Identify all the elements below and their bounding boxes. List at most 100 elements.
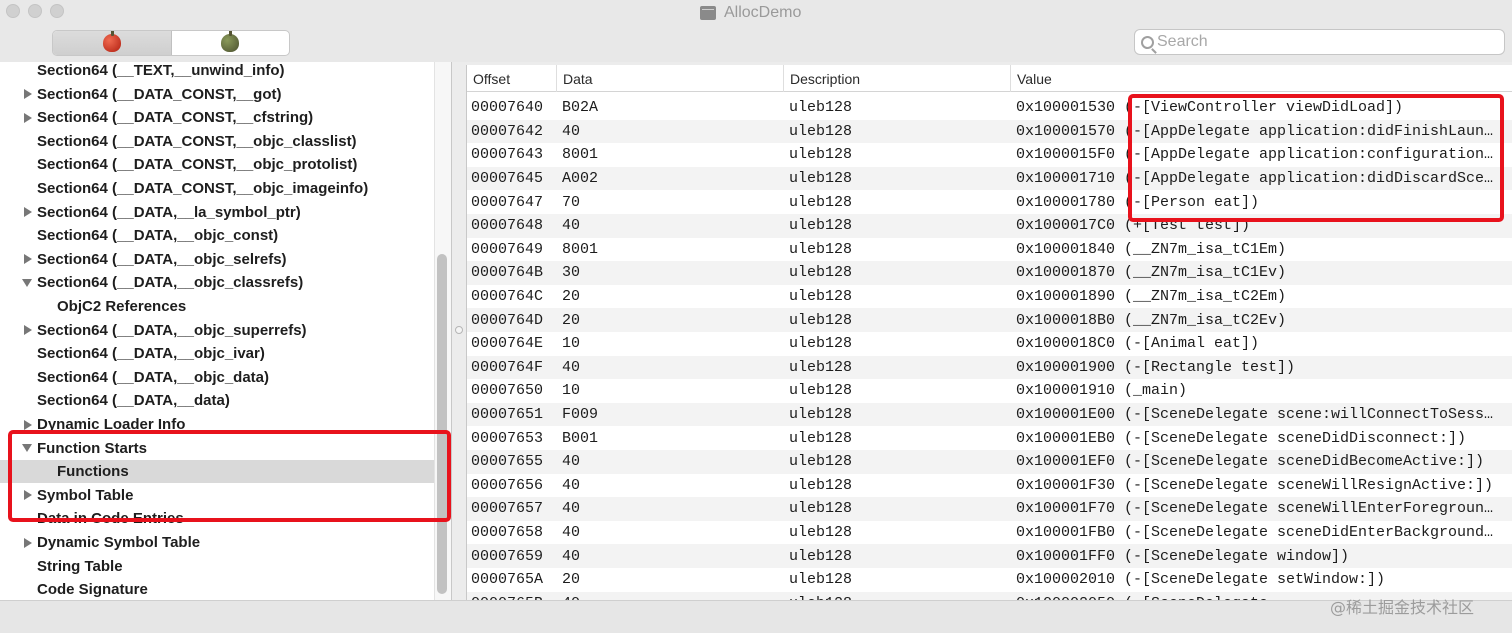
disclosure-collapsed-icon[interactable] [24,325,32,336]
section-outline-tree[interactable]: Code Signature String Table Dynamic Symbol… [0,62,452,600]
apple-green-icon [221,31,240,52]
tree-item[interactable]: Section64 (__DATA_CONST,__got) [0,83,434,106]
split-grip-handle[interactable] [455,326,463,334]
tree-item[interactable]: Functions [0,460,434,484]
disclosure-expanded-icon[interactable] [22,278,32,287]
cell-value-address: 0x100001FF0 [1016,547,1116,565]
cell-value-symbol: (_main) [1124,382,1188,400]
table-row[interactable]: 00007640 B02A uleb128 0x100001530 (-[ViewCon… [467,96,1512,120]
table-row[interactable]: 00007658 40 uleb128 0x100001FB0 (-[SceneDele… [467,521,1512,545]
table-row[interactable]: 00007651 F009 uleb128 0x100001E00 (-[SceneDe… [467,402,1512,427]
cell-offset: 0000764B [471,264,544,282]
cell-description: uleb128 [789,170,853,188]
cell-value-address: 0x100001EF0 [1016,453,1116,471]
cell-description: uleb128 [789,476,853,494]
segment-rva[interactable] [172,31,290,55]
tree-item-label: Section64 (__DATA_CONST,__objc_classlist… [37,132,357,150]
cell-value-symbol: (-[ViewController viewDidLoad]) [1124,99,1404,117]
table-row[interactable]: 00007659 40 uleb128 0x100001FF0 (-[SceneDele… [467,544,1512,568]
table-row[interactable]: 00007642 40 uleb128 0x100001570 (-[AppDelega… [467,119,1512,144]
cell-value-address: 0x100001570 [1016,122,1116,140]
table-row[interactable]: 00007650 10 uleb128 0x100001910 (_main) [467,379,1512,403]
tree-item[interactable]: Section64 (__DATA,__data) [0,389,434,412]
column-header-description[interactable]: Description [784,65,1011,92]
tree-item[interactable]: Section64 (__DATA_CONST,__objc_classlist… [0,130,434,153]
cell-data: 40 [562,122,581,140]
cell-offset: 00007653 [471,429,544,447]
tree-item-label: Section64 (__DATA,__data) [37,392,230,410]
tree-item[interactable]: Section64 (__DATA_CONST,__objc_protolist… [0,153,434,176]
table-row[interactable]: 00007643 8001 uleb128 0x1000015F0 (-[AppDele… [467,143,1512,167]
table-row[interactable]: 00007657 40 uleb128 0x100001F70 (-[SceneDele… [467,497,1512,521]
tree-item[interactable]: Section64 (__DATA,__objc_data) [0,366,434,389]
cell-data: A002 [562,170,599,188]
cell-value-address: 0x100001F70 [1016,500,1116,518]
tree-item[interactable]: Function Starts [0,437,434,460]
table-row[interactable]: 0000764D 20 uleb128 0x1000018B0 (__ZN7m_isa_… [467,308,1512,332]
search-field[interactable] [1134,29,1505,55]
table-row[interactable]: 00007645 A002 uleb128 0x100001710 (-[AppDele… [467,166,1512,191]
cell-value-symbol: (-[Person eat]) [1124,193,1260,211]
cell-value-address: 0x100002050 [1016,592,1120,600]
window-title-text: AllocDemo [724,4,802,21]
cell-value-symbol: (-[AppDelegate application:didDiscardSce… [1124,170,1494,188]
tree-item[interactable]: Section64 (__DATA,__objc_selrefs) [0,248,434,271]
disclosure-collapsed-icon[interactable] [24,112,32,123]
segment-raw[interactable] [53,31,172,55]
tree-item[interactable]: Section64 (__DATA,__objc_superrefs) [0,319,434,342]
tree-item-label: Section64 (__TEXT,__unwind_info) [37,62,285,79]
tree-item[interactable]: Dynamic Symbol Table [0,531,434,554]
cell-value-symbol: (-[SceneDelegate sceneDidDisconnect:]) [1124,429,1467,447]
tree-item[interactable]: Section64 (__DATA_CONST,__cfstring) [0,106,434,129]
disclosure-collapsed-icon[interactable] [24,490,32,501]
tree-item[interactable]: Code Signature [0,578,434,600]
tree-scrollbar-thumb[interactable] [437,254,447,594]
tree-item[interactable]: Section64 (__DATA,__la_symbol_ptr) [0,201,434,224]
minimize-window-button[interactable] [28,4,42,18]
tree-item-label: Section64 (__DATA,__objc_classrefs) [37,274,304,292]
table-row[interactable]: 00007653 B001 uleb128 0x100001EB0 (-[SceneDe… [467,426,1512,450]
table-row[interactable]: 00007648 40 uleb128 0x1000017C0 (+[Test test… [467,214,1512,238]
tree-item[interactable]: Section64 (__DATA,__objc_const) [0,224,434,247]
disclosure-collapsed-icon[interactable] [24,207,32,218]
table-row[interactable]: 0000764E 10 uleb128 0x1000018C0 (-[Animal ea… [467,332,1512,356]
tree-item[interactable]: Dynamic Loader Info [0,413,434,436]
disclosure-collapsed-icon[interactable] [24,89,32,100]
tree-item[interactable]: Data in Code Entries [0,507,434,530]
function-starts-table: Offset Data Description Value 00007640 B0… [466,65,1512,600]
column-header-value[interactable]: Value [1011,65,1511,92]
table-row[interactable]: 0000764F 40 uleb128 0x100001900 (-[Rectangle… [467,355,1512,380]
disclosure-collapsed-icon[interactable] [24,537,32,548]
table-row[interactable]: 0000764C 20 uleb128 0x100001890 (__ZN7m_isa_… [467,285,1512,309]
tree-item[interactable]: Section64 (__DATA,__objc_ivar) [0,342,434,365]
window-title: AllocDemo [700,4,801,22]
cell-offset: 00007643 [471,146,544,164]
cell-description: uleb128 [789,500,853,518]
tree-item[interactable]: Section64 (__TEXT,__unwind_info) [0,62,434,82]
disclosure-expanded-icon[interactable] [22,444,32,453]
tree-item[interactable]: Symbol Table [0,484,434,507]
cell-offset: 00007640 [471,99,544,117]
column-header-offset[interactable]: Offset [467,65,557,92]
table-row[interactable]: 00007647 70 uleb128 0x100001780 (-[Person ea… [467,190,1512,214]
table-row[interactable]: 00007656 40 uleb128 0x100001F30 (-[SceneDele… [467,474,1512,498]
search-input[interactable] [1157,33,1487,51]
disclosure-collapsed-icon[interactable] [24,254,32,265]
table-row[interactable]: 0000764B 30 uleb128 0x100001870 (__ZN7m_isa_… [467,261,1512,285]
table-row[interactable]: 00007649 8001 uleb128 0x100001840 (__ZN7m_is… [467,238,1512,262]
tree-item[interactable]: String Table [0,555,434,578]
cell-description: uleb128 [789,240,853,258]
table-row[interactable]: 0000765A 20 uleb128 0x100002010 (-[SceneDele… [467,568,1512,592]
zoom-window-button[interactable] [50,4,64,18]
close-window-button[interactable] [6,4,20,18]
column-header-data[interactable]: Data [557,65,784,92]
cell-value-symbol: (-[AppDelegate application:configuration… [1124,146,1494,164]
table-row[interactable]: 00007655 40 uleb128 0x100001EF0 (-[SceneDele… [467,450,1512,474]
cell-data: 40 [562,476,581,494]
tree-item[interactable]: Section64 (__DATA_CONST,__objc_imageinfo… [0,177,434,200]
tree-item[interactable]: ObjC2 References [0,295,434,318]
tree-item[interactable]: Section64 (__DATA,__objc_classrefs) [0,271,434,294]
disclosure-collapsed-icon[interactable] [24,419,32,430]
cell-value-symbol: (-[AppDelegate application:didFinishLaun… [1124,122,1494,140]
view-mode-segmented-control[interactable] [52,30,290,56]
